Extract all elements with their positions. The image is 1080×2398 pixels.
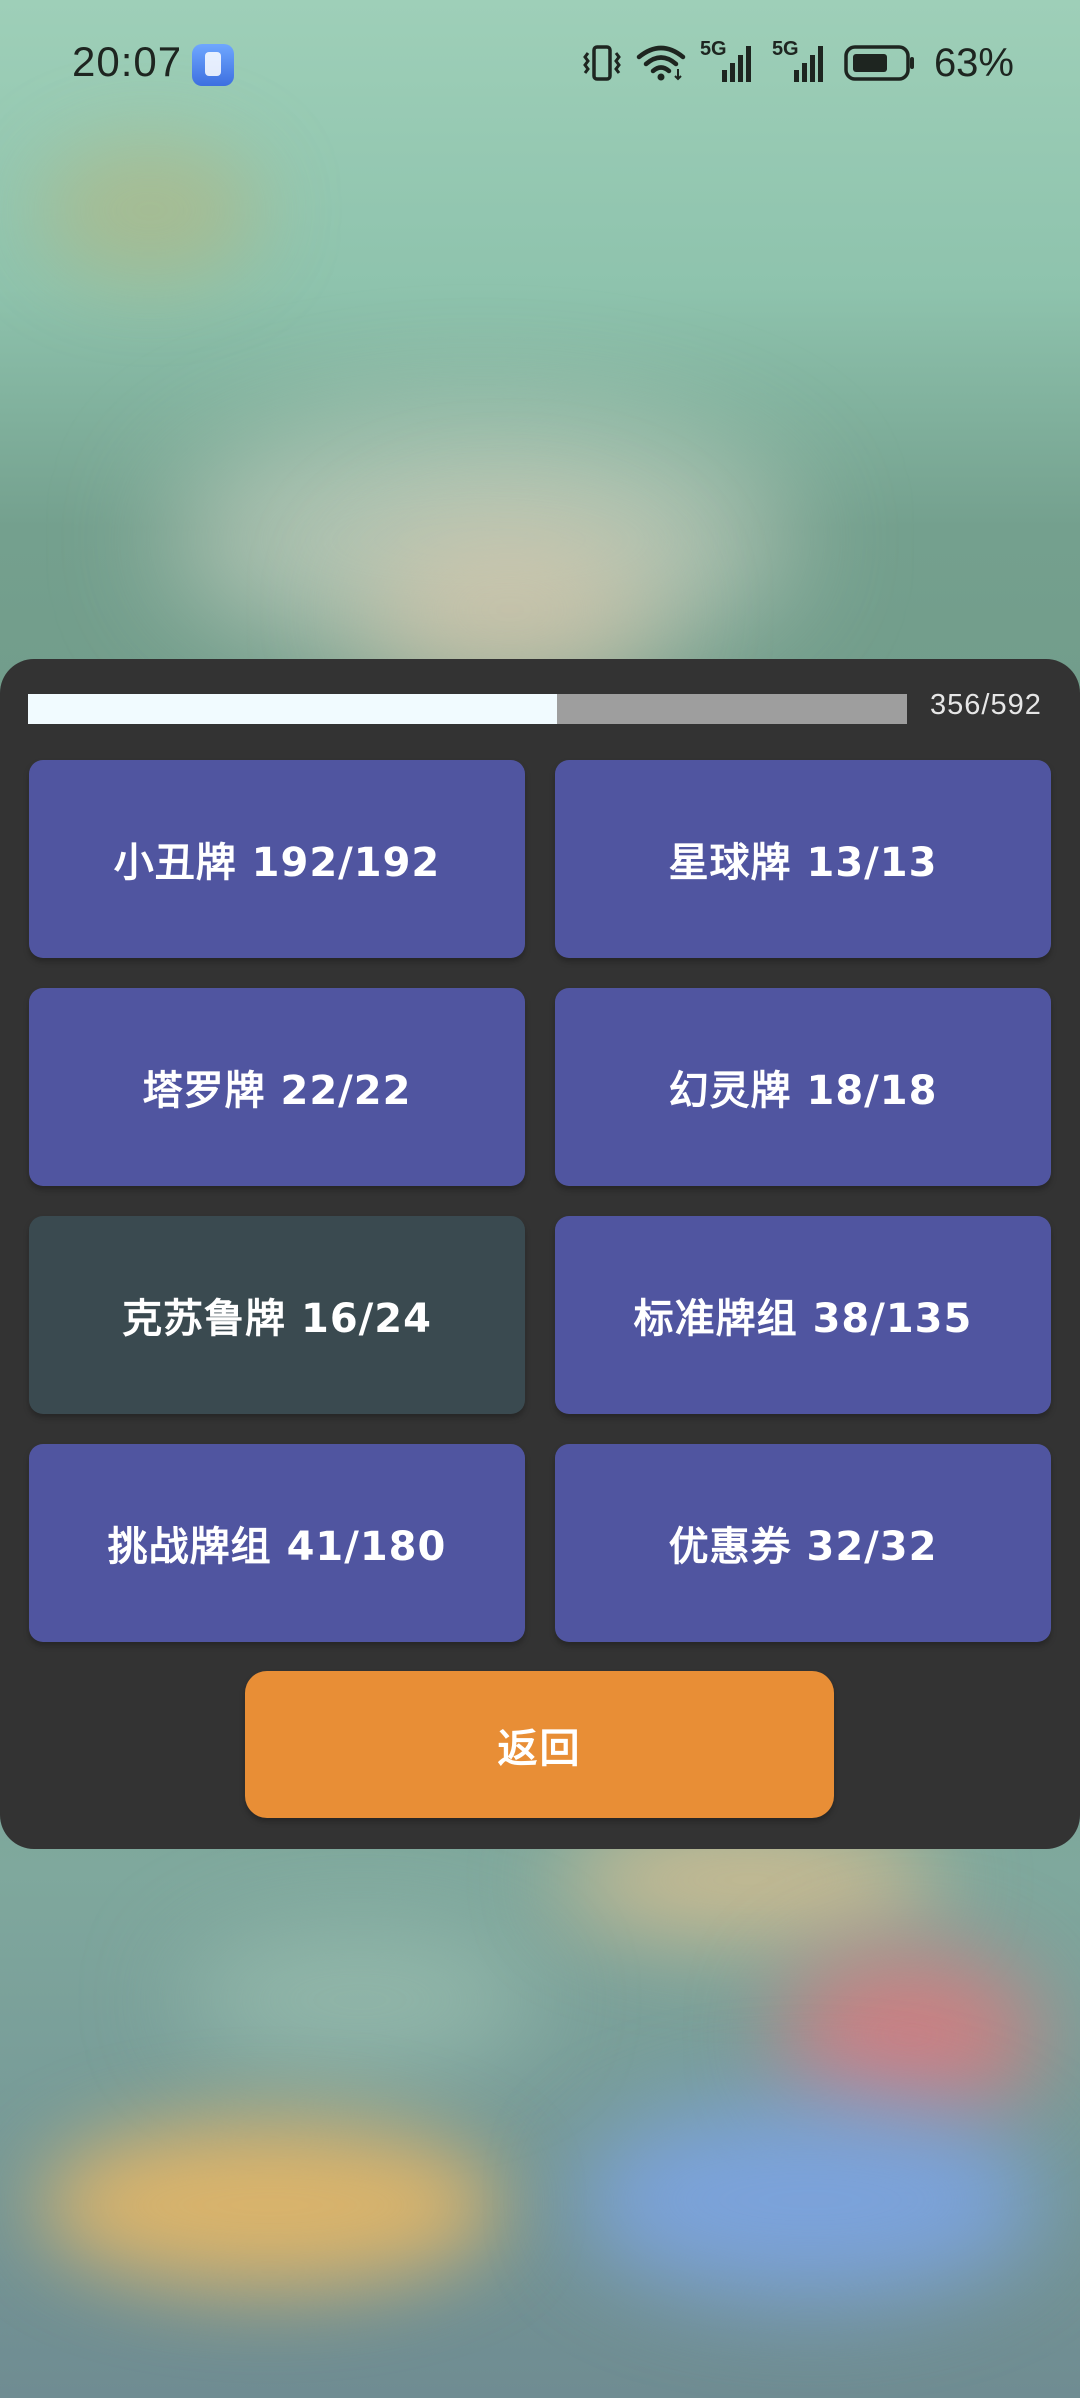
category-button-jokers[interactable]: 小丑牌 192/192 <box>29 760 525 958</box>
status-bar: 20:07 5G 5G 63% <box>0 0 1080 130</box>
category-button-standard-decks[interactable]: 标准牌组 38/135 <box>555 1216 1051 1414</box>
category-button-planets[interactable]: 星球牌 13/13 <box>555 760 1051 958</box>
screen: 20:07 5G 5G 63% 356/592 小丑牌 192/192 星球牌 … <box>0 0 1080 2398</box>
category-button-cthulhu[interactable]: 克苏鲁牌 16/24 <box>29 1216 525 1414</box>
battery-percent: 63% <box>933 40 1014 85</box>
status-icons: 5G 5G 63% <box>582 38 1014 86</box>
category-button-tarot[interactable]: 塔罗牌 22/22 <box>29 988 525 1186</box>
collection-progress-fill <box>28 694 557 724</box>
category-button-challenge-decks[interactable]: 挑战牌组 41/180 <box>29 1444 525 1642</box>
signal-5g-icon: 5G <box>700 38 758 84</box>
collection-progress-label: 356/592 <box>930 689 1042 721</box>
wifi-icon <box>636 45 686 81</box>
background-blur <box>780 1950 1040 2120</box>
background-blur <box>580 2100 1040 2300</box>
category-button-spectral[interactable]: 幻灵牌 18/18 <box>555 988 1051 1186</box>
background-blur <box>40 140 260 280</box>
category-button-vouchers[interactable]: 优惠券 32/32 <box>555 1444 1051 1642</box>
signal-5g-icon: 5G <box>772 38 830 84</box>
collection-progress-bar <box>28 694 907 724</box>
back-button[interactable]: 返回 <box>245 1671 834 1818</box>
collection-panel: 356/592 小丑牌 192/192 星球牌 13/13 塔罗牌 22/22 … <box>0 659 1080 1849</box>
category-grid: 小丑牌 192/192 星球牌 13/13 塔罗牌 22/22 幻灵牌 18/1… <box>29 760 1051 1642</box>
vibrate-icon <box>583 45 621 81</box>
background-blur <box>180 1930 540 2070</box>
status-time: 20:07 <box>72 38 183 85</box>
app-notification-icon <box>192 44 234 86</box>
battery-icon <box>844 45 914 81</box>
background-blur <box>40 2120 500 2290</box>
